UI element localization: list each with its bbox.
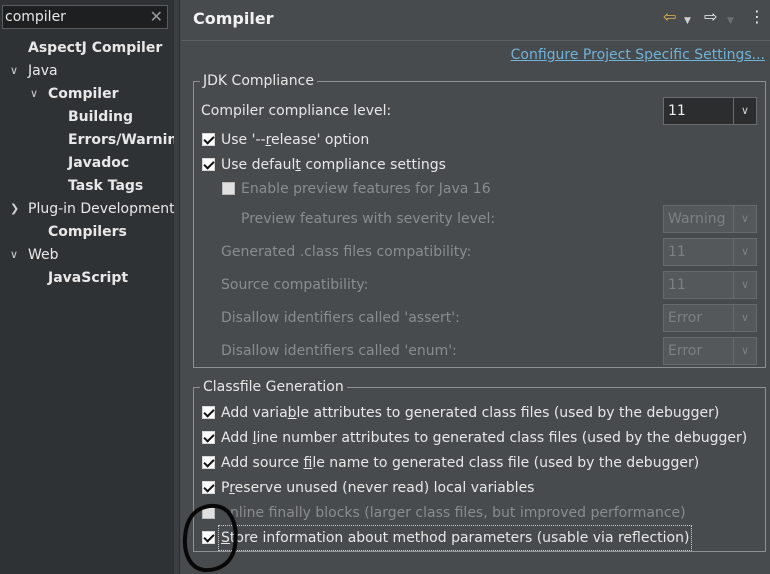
tree-item-java[interactable]: Java	[28, 60, 58, 82]
tree-item-compilers[interactable]: Compilers	[48, 221, 127, 243]
compliance-level-value: 11	[668, 103, 686, 119]
use-release-label[interactable]: Use '--release' option	[221, 128, 369, 152]
preserve-unused-checkbox[interactable]	[202, 481, 215, 494]
preserve-unused-label[interactable]: Preserve unused (never read) local varia…	[221, 476, 534, 500]
annotation-circle	[182, 503, 238, 573]
expand-arrow-icon[interactable]: ∨	[30, 83, 38, 105]
collapse-arrow-icon[interactable]: ❯	[10, 198, 19, 220]
forward-arrow-icon[interactable]: ⇨	[704, 8, 717, 26]
tree-item-aspectj-compiler[interactable]: AspectJ Compiler	[28, 37, 162, 59]
group-title: JDK Compliance	[200, 71, 317, 91]
preview-severity-value: Warning	[668, 211, 726, 227]
back-dropdown-icon[interactable]: ▼	[684, 12, 691, 30]
variable-attributes-label[interactable]: Add variable attributes to generated cla…	[221, 401, 719, 425]
source-file-name-checkbox[interactable]	[202, 456, 215, 469]
use-default-compliance-label[interactable]: Use default compliance settings	[221, 153, 446, 177]
assert-identifier-select: Error ∨	[663, 304, 757, 332]
panel-splitter[interactable]	[174, 0, 180, 574]
preferences-tree-panel: ✕ AspectJ Compiler ∨ Java ∨ Compiler Bui…	[0, 0, 174, 574]
tree-item-javascript[interactable]: JavaScript	[48, 267, 128, 289]
tree-item-plugin-development[interactable]: Plug-in Development	[28, 198, 174, 220]
chevron-down-icon: ∨	[733, 239, 756, 265]
preview-severity-label: Preview features with severity level:	[241, 211, 496, 227]
assert-identifier-label: Disallow identifiers called 'assert':	[221, 310, 460, 326]
filter-field[interactable]: ✕	[2, 5, 168, 29]
enum-identifier-select: Error ∨	[663, 337, 757, 365]
source-file-name-label[interactable]: Add source file name to generated class …	[221, 451, 699, 475]
group-title: Classfile Generation	[200, 377, 347, 397]
use-release-checkbox[interactable]	[202, 133, 215, 146]
tree-item-task-tags[interactable]: Task Tags	[68, 175, 143, 197]
generated-compat-select: 11 ∨	[663, 238, 757, 266]
enum-identifier-value: Error	[668, 343, 703, 359]
enable-preview-checkbox	[222, 182, 235, 195]
configure-project-settings-link[interactable]: Configure Project Specific Settings...	[511, 47, 765, 63]
expand-arrow-icon[interactable]: ∨	[10, 244, 18, 266]
enable-preview-label: Enable preview features for Java 16	[241, 181, 491, 197]
expand-arrow-icon[interactable]: ∨	[10, 60, 18, 82]
store-method-parameters-label[interactable]: Store information about method parameter…	[217, 525, 693, 551]
chevron-down-icon: ∨	[733, 206, 756, 232]
line-number-checkbox[interactable]	[202, 431, 215, 444]
generated-compat-value: 11	[668, 244, 686, 260]
generated-compat-label: Generated .class files compatibility:	[221, 244, 472, 260]
tree-item-javadoc[interactable]: Javadoc	[68, 152, 129, 174]
compliance-level-label: Compiler compliance level:	[201, 103, 392, 119]
clear-filter-icon[interactable]: ✕	[150, 7, 163, 27]
chevron-down-icon: ∨	[733, 98, 756, 124]
variable-attributes-checkbox[interactable]	[202, 406, 215, 419]
compliance-level-select[interactable]: 11 ∨	[663, 97, 757, 125]
tree-item-errors-warnings[interactable]: Errors/Warnings	[68, 129, 174, 151]
enum-identifier-label: Disallow identifiers called 'enum':	[221, 343, 457, 359]
chevron-down-icon: ∨	[733, 305, 756, 331]
tree-item-web[interactable]: Web	[28, 244, 59, 266]
chevron-down-icon: ∨	[733, 272, 756, 298]
chevron-down-icon: ∨	[733, 338, 756, 364]
forward-dropdown-icon: ▼	[727, 16, 734, 26]
filter-input[interactable]	[5, 6, 145, 28]
preview-severity-select: Warning ∨	[663, 205, 757, 233]
use-default-compliance-checkbox[interactable]	[202, 158, 215, 171]
inline-finally-label: nline finally blocks (larger class files…	[230, 505, 686, 521]
source-compat-select: 11 ∨	[663, 271, 757, 299]
tree-item-compiler[interactable]: Compiler	[48, 83, 119, 105]
page-title: Compiler	[193, 9, 274, 28]
page-header: Compiler ⇦ ▼ ⇨ ▼ ⋮	[181, 0, 770, 41]
view-menu-icon[interactable]: ⋮	[749, 8, 765, 26]
source-compat-label: Source compatibility:	[221, 277, 369, 293]
line-number-label[interactable]: Add line number attributes to generated …	[221, 426, 747, 450]
tree-item-building[interactable]: Building	[68, 106, 133, 128]
back-arrow-icon[interactable]: ⇦	[663, 8, 676, 26]
assert-identifier-value: Error	[668, 310, 703, 326]
source-compat-value: 11	[668, 277, 686, 293]
